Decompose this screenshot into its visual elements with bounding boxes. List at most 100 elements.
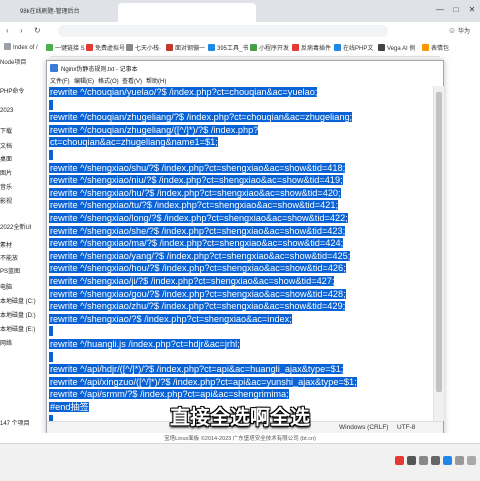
notepad-window: Nginx伪静态规则.txt - 记事本 文件(F) 编辑(E) 格式(O) 查… <box>46 60 444 435</box>
bookmark-item[interactable]: 表情包 <box>422 43 449 52</box>
taskbar <box>0 443 480 481</box>
text-line: rewrite ^/shengxiao/yang/?$ /index.php?c… <box>49 250 351 263</box>
bookmark-item[interactable]: Index of / <box>4 43 38 51</box>
selected-text: rewrite ^/shengxiao/gou/?$ /index.php?ct… <box>49 288 346 299</box>
system-tray <box>395 456 476 465</box>
side-item[interactable]: 网络 <box>0 338 12 347</box>
bookmark-item[interactable]: 小程序开发 <box>250 43 289 52</box>
clock-icon[interactable] <box>467 456 476 465</box>
selected-text: rewrite ^/shengxiao/shu/?$ /index.php?ct… <box>49 162 346 173</box>
side-item[interactable]: PHP命令 <box>0 86 24 95</box>
bookmarks-bar: Index of / 一键链接 S 免费虚拟号 七天小栈· 面对钢镚一 395工… <box>0 40 480 57</box>
text-line: rewrite ^/shengxiao/ji/?$ /index.php?ct=… <box>49 275 335 288</box>
selected-text: rewrite ^/chouqian/zhugeliang/?$ /index.… <box>49 112 353 123</box>
notepad-titlebar[interactable]: Nginx伪静态规则.txt - 记事本 <box>47 61 443 75</box>
vertical-scrollbar[interactable] <box>433 86 444 421</box>
tab-label: 98k在线刷题-管理后台 <box>20 9 80 15</box>
side-item[interactable]: 本地磁盘 (E:) <box>0 324 35 333</box>
bookmark-item[interactable]: 395工具_书 <box>208 43 248 52</box>
text-line: rewrite ^/shengxiao/she/?$ /index.php?ct… <box>49 225 346 238</box>
window-controls: — □ ✕ <box>432 0 480 20</box>
menu-edit[interactable]: 编辑(E) <box>74 76 94 85</box>
side-item[interactable]: 本地磁盘 (C:) <box>0 296 36 305</box>
side-item[interactable]: 图片 <box>0 168 12 177</box>
bookmark-item[interactable]: 面对钢镚一 <box>166 43 205 52</box>
text-line <box>49 149 53 162</box>
menu-format[interactable]: 格式(O) <box>98 76 119 85</box>
side-item[interactable]: PS蓝图 <box>0 266 20 275</box>
menu-file[interactable]: 文件(F) <box>50 76 70 85</box>
bookmark-item[interactable]: 免费虚拟号 <box>86 43 125 52</box>
notepad-icon <box>50 64 58 72</box>
bookmark-item[interactable]: 在线PHP文 <box>334 43 373 52</box>
bookmark-item[interactable]: 反病毒插件 <box>292 43 331 52</box>
text-line <box>49 99 53 112</box>
selected-text: rewrite ^/shengxiao/tu/?$ /index.php?ct=… <box>49 200 339 211</box>
tab-98k-admin[interactable]: 98k在线刷题-管理后台 <box>16 3 124 22</box>
text-line: rewrite ^/chouqian/zhugeliang/?$ /index.… <box>49 111 353 124</box>
side-item[interactable]: 文档 <box>0 141 12 150</box>
side-item[interactable]: 下载 <box>0 126 12 135</box>
side-item[interactable]: 不能放 <box>0 253 18 262</box>
text-line: rewrite ^/shengxiao/ma/?$ /index.php?ct=… <box>49 237 344 250</box>
url-input[interactable] <box>58 25 388 37</box>
side-item[interactable]: 2023 <box>0 108 13 114</box>
reload-icon[interactable]: ↻ <box>34 26 41 35</box>
network-icon[interactable] <box>443 456 452 465</box>
forward-icon[interactable]: › <box>20 26 23 35</box>
side-item[interactable]: 桌面 <box>0 154 12 163</box>
text-line: rewrite ^/shengxiao/hu/?$ /index.php?ct=… <box>49 187 341 200</box>
bookmark-favicon-icon <box>250 44 257 51</box>
settings-icon[interactable] <box>455 456 464 465</box>
side-item[interactable]: 音乐 <box>0 182 12 191</box>
maximize-button[interactable]: □ <box>448 0 464 20</box>
selected-text: rewrite ^/shengxiao/?$ /index.php?ct=she… <box>49 313 292 324</box>
selected-text <box>49 150 53 160</box>
side-item[interactable]: 素材 <box>0 240 12 249</box>
scrollbar-thumb[interactable] <box>436 92 442 392</box>
text-line: rewrite ^/shengxiao/zhu/?$ /index.php?ct… <box>49 300 346 313</box>
tray-icon[interactable] <box>407 456 416 465</box>
text-line: ct=chouqian&ac=zhugeliang&name1=$1; <box>49 136 218 149</box>
bookmark-favicon-icon <box>292 44 299 51</box>
selected-text: ct=chouqian&ac=zhugeliang&name1=$1; <box>49 137 218 148</box>
selected-text: rewrite ^/shengxiao/long/?$ /index.php?c… <box>49 213 348 223</box>
sogou-ime-icon[interactable] <box>395 456 404 465</box>
profile-label[interactable]: 华为 <box>458 26 470 35</box>
bookmark-favicon-icon <box>378 44 385 51</box>
page-footer: 宝塔Linux面板 ©2014-2023 广东堡塔安全技术有限公司 (bt.cn… <box>0 433 480 443</box>
text-line: rewrite ^/chouqian/zhugeliang/([^/]*)/?$… <box>49 124 259 137</box>
text-line <box>49 325 53 338</box>
selected-text: rewrite ^/shengxiao/hu/?$ /index.php?ct=… <box>49 187 341 198</box>
bookmark-item[interactable]: 七天小栈· <box>126 43 161 52</box>
tab-active[interactable] <box>118 3 256 22</box>
keyboard-icon[interactable] <box>431 456 440 465</box>
menu-view[interactable]: 查看(V) <box>122 76 142 85</box>
text-editor-area[interactable]: rewrite ^/chouqian/yuelao/?$ /index.php?… <box>47 86 433 421</box>
text-line: rewrite ^/shengxiao/hou/?$ /index.php?ct… <box>49 262 346 275</box>
mic-icon[interactable] <box>419 456 428 465</box>
side-item[interactable]: 影视 <box>0 196 12 205</box>
user-icon[interactable]: ☺ <box>448 26 456 35</box>
bookmark-item[interactable]: 一键链接 S <box>46 43 85 52</box>
side-item[interactable]: 电脑 <box>0 282 12 291</box>
close-window-button[interactable]: ✕ <box>464 0 480 20</box>
selected-text: rewrite ^/chouqian/yuelao/?$ /index.php?… <box>49 87 318 97</box>
selected-text: rewrite ^/shengxiao/hou/?$ /index.php?ct… <box>49 263 346 274</box>
minimize-button[interactable]: — <box>432 0 448 20</box>
footer-text: 宝塔Linux面板 ©2014-2023 广东堡塔安全技术有限公司 (bt.cn… <box>164 436 316 442</box>
bookmark-favicon-icon <box>86 44 93 51</box>
side-item[interactable]: 2022全新UI <box>0 222 31 231</box>
text-line: rewrite ^/huangli.js /index.php?ct=hdjr&… <box>49 338 240 351</box>
bookmark-favicon-icon <box>208 44 215 51</box>
back-icon[interactable]: ‹ <box>6 26 9 35</box>
video-subtitle: 直接全选啊全选 <box>170 405 310 429</box>
side-item[interactable]: 本地磁盘 (D:) <box>0 310 36 319</box>
menu-help[interactable]: 帮助(H) <box>146 76 166 85</box>
browser-tab-bar: 98k在线刷题-管理后台 — □ ✕ <box>0 0 480 22</box>
sub-nav-node[interactable]: Node项目 <box>0 57 26 66</box>
selected-text: rewrite ^/huangli.js /index.php?ct=hdjr&… <box>49 339 240 349</box>
bookmark-item[interactable]: Vega AI 例 <box>378 43 415 52</box>
bookmark-favicon-icon <box>46 44 53 51</box>
selected-text: rewrite ^/api/hdjr/([^/]*)/?$ /index.php… <box>49 364 344 375</box>
